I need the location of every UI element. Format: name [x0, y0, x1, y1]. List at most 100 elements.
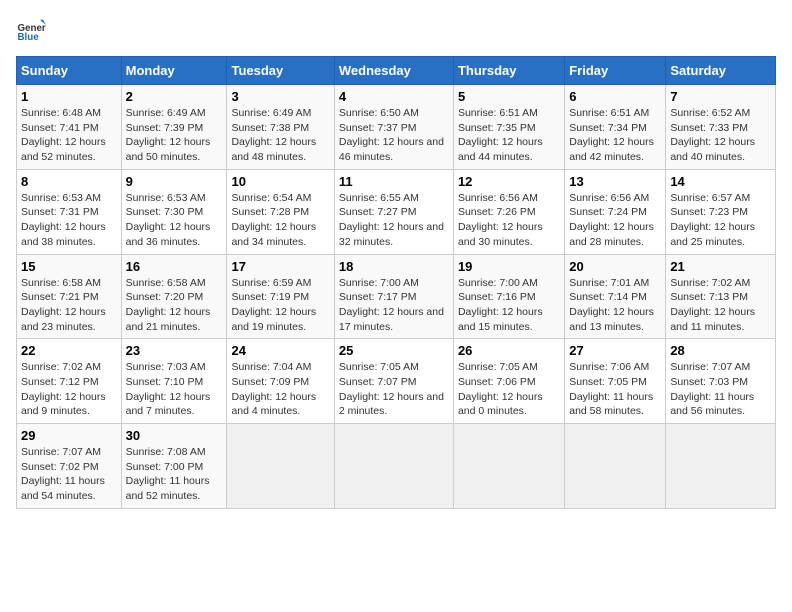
column-header-friday: Friday	[565, 57, 666, 85]
day-number: 11	[339, 174, 449, 189]
calendar-week-row: 8 Sunrise: 6:53 AMSunset: 7:31 PMDayligh…	[17, 169, 776, 254]
column-header-saturday: Saturday	[666, 57, 776, 85]
calendar-cell: 21 Sunrise: 7:02 AMSunset: 7:13 PMDaylig…	[666, 254, 776, 339]
day-info: Sunrise: 7:06 AMSunset: 7:05 PMDaylight:…	[569, 361, 653, 417]
calendar-cell: 23 Sunrise: 7:03 AMSunset: 7:10 PMDaylig…	[121, 339, 227, 424]
calendar-cell: 7 Sunrise: 6:52 AMSunset: 7:33 PMDayligh…	[666, 85, 776, 170]
day-info: Sunrise: 7:00 AMSunset: 7:17 PMDaylight:…	[339, 277, 444, 333]
calendar-week-row: 1 Sunrise: 6:48 AMSunset: 7:41 PMDayligh…	[17, 85, 776, 170]
calendar-week-row: 22 Sunrise: 7:02 AMSunset: 7:12 PMDaylig…	[17, 339, 776, 424]
calendar-cell: 10 Sunrise: 6:54 AMSunset: 7:28 PMDaylig…	[227, 169, 334, 254]
calendar-cell: 18 Sunrise: 7:00 AMSunset: 7:17 PMDaylig…	[334, 254, 453, 339]
calendar-cell: 9 Sunrise: 6:53 AMSunset: 7:30 PMDayligh…	[121, 169, 227, 254]
calendar-header-row: SundayMondayTuesdayWednesdayThursdayFrid…	[17, 57, 776, 85]
day-number: 30	[126, 428, 223, 443]
day-number: 8	[21, 174, 117, 189]
day-info: Sunrise: 6:49 AMSunset: 7:39 PMDaylight:…	[126, 107, 211, 163]
day-number: 28	[670, 343, 771, 358]
day-number: 19	[458, 259, 560, 274]
calendar-cell	[565, 424, 666, 509]
calendar-cell: 3 Sunrise: 6:49 AMSunset: 7:38 PMDayligh…	[227, 85, 334, 170]
day-info: Sunrise: 6:54 AMSunset: 7:28 PMDaylight:…	[231, 192, 316, 248]
calendar-cell: 8 Sunrise: 6:53 AMSunset: 7:31 PMDayligh…	[17, 169, 122, 254]
day-info: Sunrise: 7:04 AMSunset: 7:09 PMDaylight:…	[231, 361, 316, 417]
logo-icon: General Blue	[16, 16, 46, 46]
day-info: Sunrise: 6:52 AMSunset: 7:33 PMDaylight:…	[670, 107, 755, 163]
calendar-cell: 11 Sunrise: 6:55 AMSunset: 7:27 PMDaylig…	[334, 169, 453, 254]
day-number: 9	[126, 174, 223, 189]
day-number: 7	[670, 89, 771, 104]
calendar-cell: 29 Sunrise: 7:07 AMSunset: 7:02 PMDaylig…	[17, 424, 122, 509]
day-number: 20	[569, 259, 661, 274]
day-number: 29	[21, 428, 117, 443]
page-header: General Blue	[16, 16, 776, 46]
calendar-cell: 5 Sunrise: 6:51 AMSunset: 7:35 PMDayligh…	[453, 85, 564, 170]
day-info: Sunrise: 7:05 AMSunset: 7:07 PMDaylight:…	[339, 361, 444, 417]
day-info: Sunrise: 7:07 AMSunset: 7:03 PMDaylight:…	[670, 361, 754, 417]
calendar-cell: 12 Sunrise: 6:56 AMSunset: 7:26 PMDaylig…	[453, 169, 564, 254]
day-info: Sunrise: 7:03 AMSunset: 7:10 PMDaylight:…	[126, 361, 211, 417]
day-number: 26	[458, 343, 560, 358]
calendar-cell: 26 Sunrise: 7:05 AMSunset: 7:06 PMDaylig…	[453, 339, 564, 424]
day-info: Sunrise: 6:57 AMSunset: 7:23 PMDaylight:…	[670, 192, 755, 248]
calendar-cell	[453, 424, 564, 509]
day-number: 15	[21, 259, 117, 274]
calendar-week-row: 29 Sunrise: 7:07 AMSunset: 7:02 PMDaylig…	[17, 424, 776, 509]
day-info: Sunrise: 6:59 AMSunset: 7:19 PMDaylight:…	[231, 277, 316, 333]
day-number: 21	[670, 259, 771, 274]
day-number: 14	[670, 174, 771, 189]
day-info: Sunrise: 7:00 AMSunset: 7:16 PMDaylight:…	[458, 277, 543, 333]
day-number: 17	[231, 259, 329, 274]
day-info: Sunrise: 7:02 AMSunset: 7:13 PMDaylight:…	[670, 277, 755, 333]
calendar-cell: 16 Sunrise: 6:58 AMSunset: 7:20 PMDaylig…	[121, 254, 227, 339]
day-info: Sunrise: 7:05 AMSunset: 7:06 PMDaylight:…	[458, 361, 543, 417]
column-header-wednesday: Wednesday	[334, 57, 453, 85]
day-info: Sunrise: 7:07 AMSunset: 7:02 PMDaylight:…	[21, 446, 105, 502]
calendar-cell: 14 Sunrise: 6:57 AMSunset: 7:23 PMDaylig…	[666, 169, 776, 254]
day-info: Sunrise: 7:08 AMSunset: 7:00 PMDaylight:…	[126, 446, 210, 502]
calendar-cell: 28 Sunrise: 7:07 AMSunset: 7:03 PMDaylig…	[666, 339, 776, 424]
calendar-cell	[666, 424, 776, 509]
day-info: Sunrise: 6:48 AMSunset: 7:41 PMDaylight:…	[21, 107, 106, 163]
day-number: 12	[458, 174, 560, 189]
calendar-cell: 25 Sunrise: 7:05 AMSunset: 7:07 PMDaylig…	[334, 339, 453, 424]
day-number: 23	[126, 343, 223, 358]
calendar-cell: 15 Sunrise: 6:58 AMSunset: 7:21 PMDaylig…	[17, 254, 122, 339]
calendar-cell: 20 Sunrise: 7:01 AMSunset: 7:14 PMDaylig…	[565, 254, 666, 339]
calendar-week-row: 15 Sunrise: 6:58 AMSunset: 7:21 PMDaylig…	[17, 254, 776, 339]
day-info: Sunrise: 6:50 AMSunset: 7:37 PMDaylight:…	[339, 107, 444, 163]
calendar-cell: 19 Sunrise: 7:00 AMSunset: 7:16 PMDaylig…	[453, 254, 564, 339]
day-info: Sunrise: 6:58 AMSunset: 7:21 PMDaylight:…	[21, 277, 106, 333]
calendar-cell: 27 Sunrise: 7:06 AMSunset: 7:05 PMDaylig…	[565, 339, 666, 424]
day-number: 3	[231, 89, 329, 104]
calendar-cell	[334, 424, 453, 509]
day-number: 6	[569, 89, 661, 104]
day-number: 27	[569, 343, 661, 358]
day-info: Sunrise: 7:01 AMSunset: 7:14 PMDaylight:…	[569, 277, 654, 333]
calendar-cell: 2 Sunrise: 6:49 AMSunset: 7:39 PMDayligh…	[121, 85, 227, 170]
day-info: Sunrise: 6:56 AMSunset: 7:24 PMDaylight:…	[569, 192, 654, 248]
day-number: 13	[569, 174, 661, 189]
day-number: 4	[339, 89, 449, 104]
calendar-cell: 6 Sunrise: 6:51 AMSunset: 7:34 PMDayligh…	[565, 85, 666, 170]
svg-text:Blue: Blue	[18, 32, 40, 43]
calendar-cell: 13 Sunrise: 6:56 AMSunset: 7:24 PMDaylig…	[565, 169, 666, 254]
logo: General Blue	[16, 16, 50, 46]
column-header-tuesday: Tuesday	[227, 57, 334, 85]
day-number: 16	[126, 259, 223, 274]
day-info: Sunrise: 6:53 AMSunset: 7:31 PMDaylight:…	[21, 192, 106, 248]
day-info: Sunrise: 6:53 AMSunset: 7:30 PMDaylight:…	[126, 192, 211, 248]
day-number: 5	[458, 89, 560, 104]
calendar-cell	[227, 424, 334, 509]
day-number: 10	[231, 174, 329, 189]
column-header-thursday: Thursday	[453, 57, 564, 85]
day-info: Sunrise: 6:49 AMSunset: 7:38 PMDaylight:…	[231, 107, 316, 163]
calendar-cell: 4 Sunrise: 6:50 AMSunset: 7:37 PMDayligh…	[334, 85, 453, 170]
calendar-cell: 30 Sunrise: 7:08 AMSunset: 7:00 PMDaylig…	[121, 424, 227, 509]
day-number: 18	[339, 259, 449, 274]
calendar-cell: 22 Sunrise: 7:02 AMSunset: 7:12 PMDaylig…	[17, 339, 122, 424]
day-number: 1	[21, 89, 117, 104]
column-header-sunday: Sunday	[17, 57, 122, 85]
day-number: 22	[21, 343, 117, 358]
day-info: Sunrise: 7:02 AMSunset: 7:12 PMDaylight:…	[21, 361, 106, 417]
